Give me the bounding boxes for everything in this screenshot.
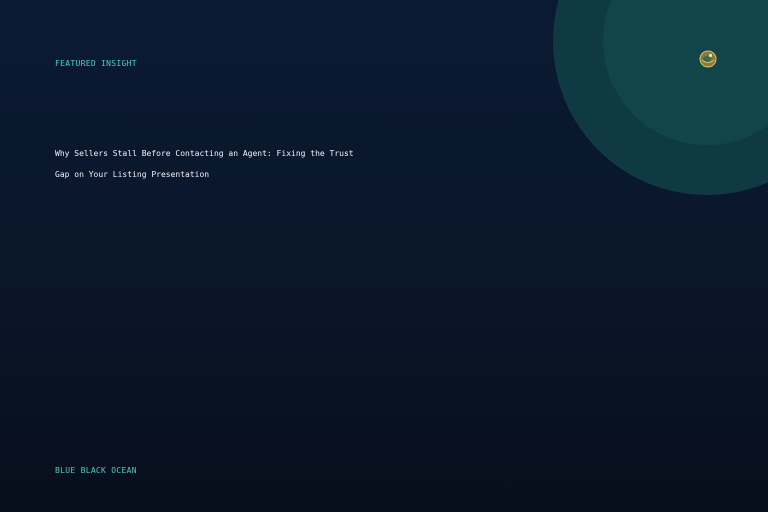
eyebrow-label: FEATURED INSIGHT bbox=[55, 59, 137, 68]
featured-insight-card: FEATURED INSIGHT Why Sellers Stall Befor… bbox=[0, 0, 768, 512]
globe-emblem-icon bbox=[699, 50, 717, 68]
article-headline[interactable]: Why Sellers Stall Before Contacting an A… bbox=[55, 143, 355, 185]
brand-label: BLUE BLACK OCEAN bbox=[55, 466, 137, 475]
